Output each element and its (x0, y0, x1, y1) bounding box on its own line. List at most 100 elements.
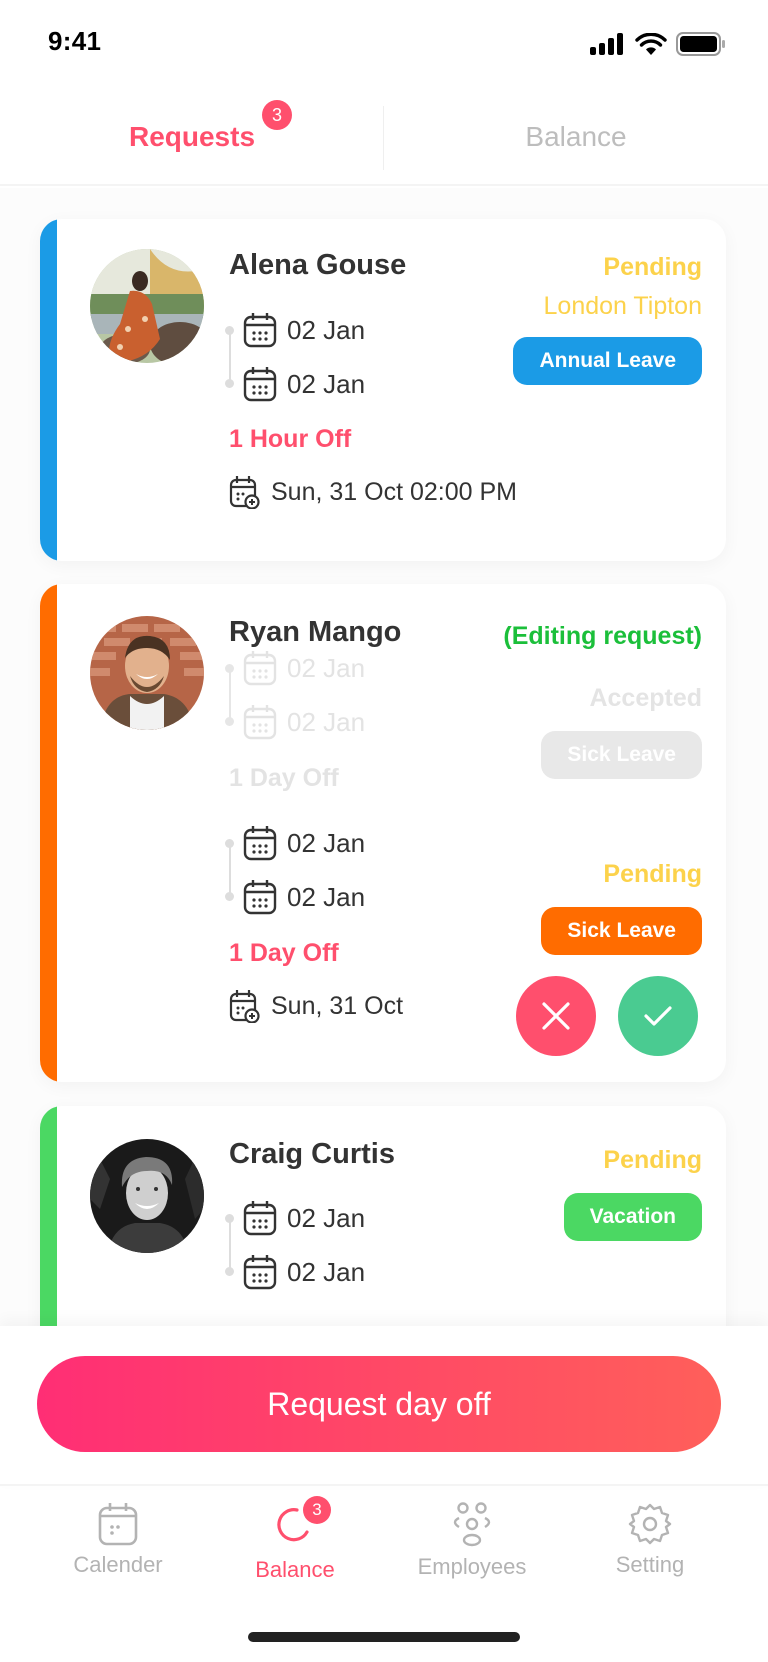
requested-on: Sun, 31 Oct (229, 989, 403, 1023)
status-icons (590, 32, 726, 56)
status-badge: Accepted (589, 684, 702, 712)
date-to-text: 02 Jan (287, 368, 366, 399)
calendar-icon (98, 1503, 138, 1546)
timeline-line (229, 331, 231, 383)
timeline-dot (225, 717, 234, 726)
nav-label: Balance (255, 1557, 335, 1582)
card-accent (40, 219, 57, 561)
leave-type-pill: Sick Leave (541, 731, 702, 779)
tab-balance-label: Balance (525, 121, 627, 152)
timeline-line (229, 844, 231, 896)
date-range: 02 Jan 02 Jan (225, 816, 485, 926)
avatar (90, 249, 204, 363)
timeline-dot (225, 892, 234, 901)
request-card[interactable]: Alena Gouse 02 Jan 02 Jan 1 Hour Off Sun… (40, 219, 726, 561)
nav-item-setting[interactable]: Setting (600, 1502, 700, 1578)
date-from: 02 Jan (225, 303, 485, 357)
date-to: 02 Jan (225, 357, 485, 411)
date-range-previous: 02 Jan 02 Jan (225, 641, 485, 751)
status-column: Pending Vacation (563, 1146, 702, 1241)
date-from-text: 02 Jan (287, 1202, 366, 1233)
calendar-icon (243, 826, 277, 861)
timeline-line (229, 1219, 231, 1271)
card-accent (40, 1106, 57, 1328)
balance-badge: 3 (303, 1496, 331, 1524)
calendar-icon (243, 1255, 277, 1290)
avatar (90, 1139, 204, 1253)
leave-type-pill: Vacation (563, 1193, 702, 1241)
requested-on: Sun, 31 Oct 02:00 PM (229, 475, 517, 509)
card-accent (40, 584, 57, 1082)
nav-item-employees[interactable]: Employees (412, 1502, 532, 1580)
nav-item-calender[interactable]: Calender (68, 1502, 168, 1578)
employees-icon (453, 1502, 491, 1547)
approve-button[interactable] (618, 976, 698, 1056)
status-column: Pending London Tipton Annual Leave (513, 253, 702, 385)
wifi-icon (635, 32, 667, 55)
status-badge: Pending (603, 860, 702, 888)
approver-name: London Tipton (543, 292, 702, 320)
timeline-dot (225, 1267, 234, 1276)
status-column: Pending Sick Leave (541, 860, 702, 955)
calendar-icon (243, 313, 277, 348)
bottom-nav: Calender 3 Balance Employees Setting (0, 1488, 768, 1608)
edit-label-column: (Editing request) (503, 622, 702, 651)
duration-text: 1 Hour Off (229, 425, 352, 453)
date-to-text: 02 Jan (287, 881, 366, 912)
battery-icon (676, 32, 725, 56)
duration-text: 1 Day Off (229, 764, 339, 792)
status-badge: Pending (603, 253, 702, 281)
tab-requests-label: Requests (128, 121, 256, 152)
employee-name: Alena Gouse (229, 249, 407, 281)
date-from-text: 02 Jan (287, 314, 366, 345)
calendar-add-icon (229, 476, 260, 509)
request-card[interactable]: Ryan Mango (Editing request) 02 Jan 02 J… (40, 584, 726, 1082)
nav-item-balance[interactable]: 3 Balance (245, 1496, 345, 1583)
date-range: 02 Jan 02 Jan (225, 1191, 485, 1301)
nav-label: Employees (417, 1554, 527, 1579)
signal-icon (590, 33, 623, 55)
date-from-text: 02 Jan (287, 652, 366, 683)
status-time: 9:41 (48, 26, 102, 56)
nav-label: Setting (615, 1552, 685, 1577)
check-icon (644, 1006, 672, 1026)
date-from-text: 02 Jan (287, 827, 366, 858)
status-bar: 9:41 (0, 0, 768, 88)
close-icon (542, 1002, 570, 1030)
date-to-text: 02 Jan (287, 706, 366, 737)
reject-button[interactable] (516, 976, 596, 1056)
date-from: 02 Jan (225, 816, 485, 870)
date-from: 02 Jan (225, 1191, 485, 1245)
date-range: 02 Jan 02 Jan (225, 303, 485, 413)
requested-on-text: Sun, 31 Oct 02:00 PM (271, 477, 517, 506)
request-list: Alena Gouse 02 Jan 02 Jan 1 Hour Off Sun… (0, 188, 768, 1328)
calendar-icon (243, 880, 277, 915)
date-to: 02 Jan (225, 1245, 485, 1299)
bottom-panel: Request day off (0, 1326, 768, 1486)
gear-icon (628, 1503, 672, 1545)
date-from: 02 Jan (225, 641, 485, 695)
calendar-icon (243, 1201, 277, 1236)
top-tabs: Requests 3 Balance (0, 90, 768, 186)
date-to: 02 Jan (225, 870, 485, 924)
date-to-text: 02 Jan (287, 1256, 366, 1287)
editing-label: (Editing request) (503, 622, 702, 650)
calendar-icon (243, 651, 277, 686)
tab-requests[interactable]: Requests 3 (0, 90, 384, 184)
timeline-dot (225, 379, 234, 388)
date-to: 02 Jan (225, 695, 485, 749)
requested-on-text: Sun, 31 Oct (271, 991, 404, 1020)
request-card[interactable]: Craig Curtis 02 Jan 02 Jan Pending Vacat… (40, 1106, 726, 1328)
request-day-off-button[interactable]: Request day off (37, 1356, 721, 1452)
nav-label: Calender (73, 1552, 163, 1577)
tab-balance[interactable]: Balance (384, 90, 768, 184)
balance-icon-wrap: 3 (273, 1496, 331, 1551)
calendar-icon (243, 367, 277, 402)
leave-type-pill: Sick Leave (541, 907, 702, 955)
calendar-icon (243, 705, 277, 740)
timeline-line (229, 669, 231, 721)
calendar-add-icon (229, 990, 260, 1023)
status-badge: Pending (603, 1146, 702, 1174)
home-indicator (248, 1632, 520, 1642)
duration-text: 1 Day Off (229, 939, 339, 967)
